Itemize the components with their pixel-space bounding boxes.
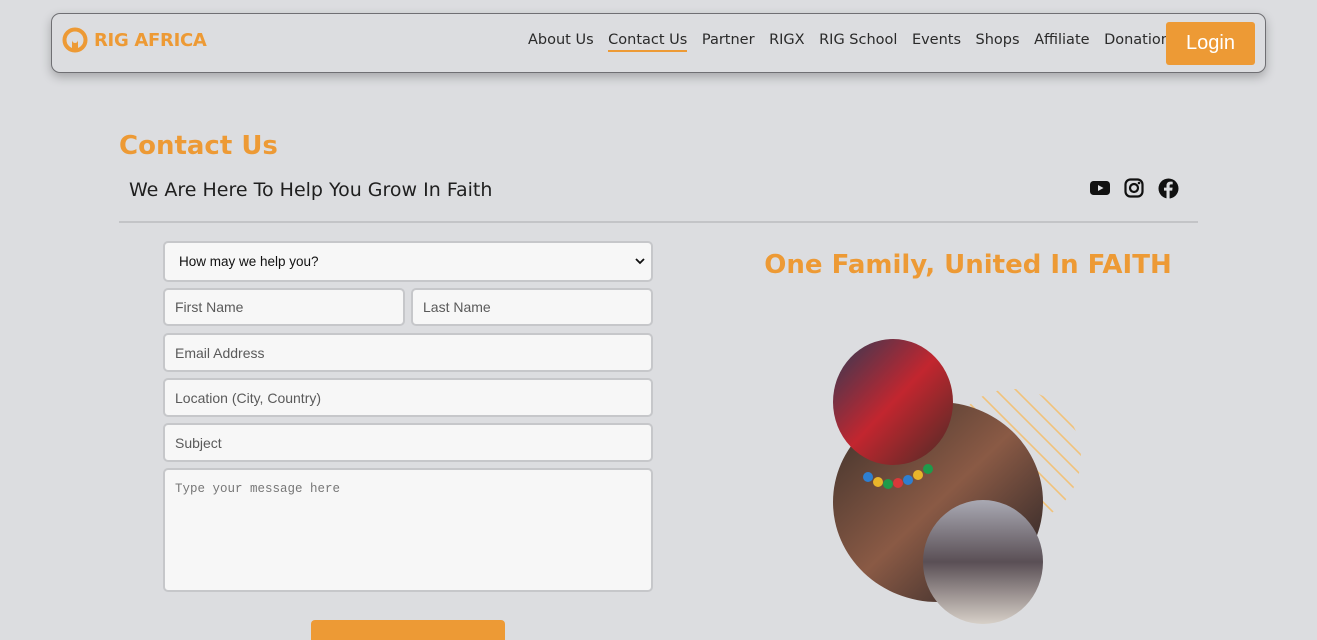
location-placeholder: Location (City, Country) — [175, 389, 322, 406]
top-navbar: RIG AFRICA About Us Contact Us Partner R… — [51, 13, 1266, 73]
brand-logo[interactable]: RIG AFRICA — [62, 27, 207, 53]
nav-partner[interactable]: Partner — [702, 32, 755, 52]
logo-icon — [62, 27, 88, 53]
instagram-icon[interactable] — [1123, 177, 1145, 199]
nav-links: About Us Contact Us Partner RIGX RIG Sch… — [528, 32, 1184, 52]
nav-rig-school[interactable]: RIG School — [819, 32, 897, 52]
facebook-icon[interactable] — [1157, 177, 1179, 199]
location-field[interactable]: Location (City, Country) — [163, 378, 653, 417]
chevron-down-icon — [635, 258, 645, 265]
subject-placeholder: Subject — [175, 434, 222, 451]
page-title: Contact Us — [119, 131, 278, 161]
first-name-placeholder: First Name — [175, 299, 244, 315]
nav-donation[interactable]: Donation — [1104, 32, 1170, 52]
email-placeholder: Email Address — [175, 344, 265, 361]
nav-about-us[interactable]: About Us — [528, 32, 594, 52]
brand-name: RIG AFRICA — [94, 29, 207, 51]
last-name-field[interactable]: Last Name — [411, 288, 653, 326]
help-select-value: How may we help you? — [179, 254, 319, 269]
nav-rigx[interactable]: RIGX — [769, 32, 805, 52]
aside-title: One Family, United In FAITH — [764, 250, 1172, 280]
social-links — [1089, 177, 1191, 199]
login-button[interactable]: Login — [1166, 22, 1255, 65]
community-photo-collage — [833, 339, 1081, 624]
submit-button[interactable] — [311, 620, 505, 640]
message-textarea[interactable]: Type your message here — [163, 468, 653, 592]
nav-events[interactable]: Events — [912, 32, 961, 52]
nav-affiliate[interactable]: Affiliate — [1034, 32, 1090, 52]
page-tagline: We Are Here To Help You Grow In Faith — [129, 179, 493, 201]
message-placeholder: Type your message here — [175, 482, 341, 496]
subject-field[interactable]: Subject — [163, 423, 653, 462]
last-name-placeholder: Last Name — [423, 299, 491, 315]
help-select[interactable]: How may we help you? — [163, 241, 653, 282]
email-field[interactable]: Email Address — [163, 333, 653, 372]
nav-contact-us[interactable]: Contact Us — [608, 32, 688, 52]
nav-shops[interactable]: Shops — [976, 32, 1020, 52]
youtube-icon[interactable] — [1089, 177, 1111, 199]
header-divider — [119, 221, 1198, 223]
first-name-field[interactable]: First Name — [163, 288, 405, 326]
